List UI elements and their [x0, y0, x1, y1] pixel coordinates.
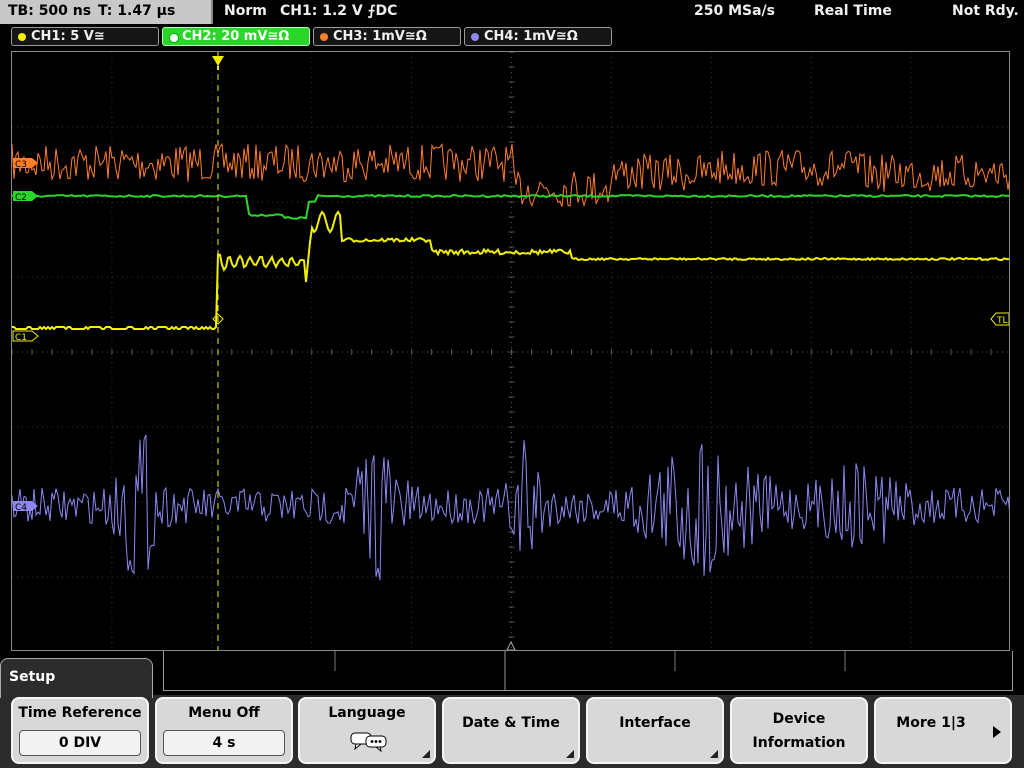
device-information-button[interactable]: Device Information: [730, 697, 868, 764]
timebase-box[interactable]: TB: 500 ns T: 1.47 µs: [0, 0, 213, 24]
status-bar: TB: 500 ns T: 1.47 µs Norm CH1: 1.2 V ⨍D…: [0, 0, 1024, 24]
ch2-label: CH2: 20 mV≅Ω: [182, 29, 290, 44]
center-time-icon: [506, 640, 516, 650]
menu-title-tab: Setup: [0, 658, 153, 698]
ch2-trace: [12, 193, 1009, 220]
ch4-label: CH4: 1mV≅Ω: [484, 29, 578, 44]
next-page-arrow-icon: [993, 726, 1001, 738]
channel-tab-ch3[interactable]: CH3: 1mV≅Ω: [313, 27, 461, 46]
channel-tab-ch4[interactable]: CH4: 1mV≅Ω: [464, 27, 612, 46]
menu-title: Setup: [9, 669, 56, 685]
ch2-color-dot: [169, 33, 179, 43]
ch4-marker-label: C4: [15, 503, 27, 513]
ch2-marker: C2: [13, 191, 38, 203]
ch1-marker-label: C1: [15, 333, 27, 343]
trigger-level-marker: TL: [990, 312, 1009, 326]
submenu-indicator-icon: [710, 750, 718, 758]
ch1-trace: [12, 210, 1009, 331]
graticule-grid: [12, 52, 1009, 650]
acquisition-mode: Real Time: [814, 3, 892, 19]
time-reference-value: 0 DIV: [19, 730, 141, 756]
trigger-level-label: TL: [996, 316, 1008, 326]
waveform-display[interactable]: C3 C2 C1 C4 TL: [11, 51, 1010, 651]
sample-rate: 250 MSa/s: [694, 3, 776, 19]
timebase-label: TB: 500 ns: [8, 3, 92, 19]
run-state: Not Rdy.: [952, 3, 1019, 19]
speech-bubbles-icon: [350, 732, 387, 753]
trigger-mode[interactable]: Norm: [224, 3, 267, 19]
device-info-label-line2: Information: [752, 735, 846, 751]
channel-tab-ch2[interactable]: CH2: 20 mV≅Ω: [162, 27, 310, 46]
ch1-color-dot: [18, 33, 26, 41]
interface-button[interactable]: Interface: [586, 697, 724, 764]
interface-label: Interface: [619, 715, 691, 731]
ch3-label: CH3: 1mV≅Ω: [333, 29, 427, 44]
menu-off-button[interactable]: Menu Off 4 s: [155, 697, 293, 764]
waveform-svg: C3 C2 C1 C4 TL: [12, 52, 1009, 650]
ch1-marker: C1: [12, 330, 39, 343]
more-button[interactable]: More 1|3: [874, 697, 1012, 764]
ch1-label: CH1: 5 V≅: [31, 29, 105, 44]
ch3-marker-label: C3: [15, 160, 27, 170]
menu-off-value: 4 s: [163, 730, 285, 756]
ch3-color-dot: [320, 33, 328, 41]
trigger-info[interactable]: CH1: 1.2 V ⨍DC: [280, 3, 397, 19]
language-label: Language: [328, 705, 406, 721]
time-reference-button[interactable]: Time Reference 0 DIV: [11, 697, 149, 764]
trigger-position-icon: [212, 56, 224, 66]
submenu-indicator-icon: [566, 750, 574, 758]
more-label: More 1|3: [896, 715, 966, 731]
ch4-marker: C4: [13, 501, 38, 513]
device-info-label-line1: Device: [772, 711, 826, 727]
language-button[interactable]: Language: [298, 697, 436, 764]
date-time-label: Date & Time: [462, 715, 560, 731]
ch2-marker-label: C2: [15, 193, 27, 203]
horizontal-position-bar: [163, 651, 1013, 691]
submenu-indicator-icon: [422, 750, 430, 758]
date-time-button[interactable]: Date & Time: [442, 697, 580, 764]
time-reference-label: Time Reference: [18, 705, 142, 721]
menu-off-label: Menu Off: [188, 705, 260, 721]
ch4-color-dot: [471, 33, 479, 41]
trigger-time-label: T: 1.47 µs: [98, 3, 176, 19]
channel-tab-ch1[interactable]: CH1: 5 V≅: [11, 27, 159, 46]
